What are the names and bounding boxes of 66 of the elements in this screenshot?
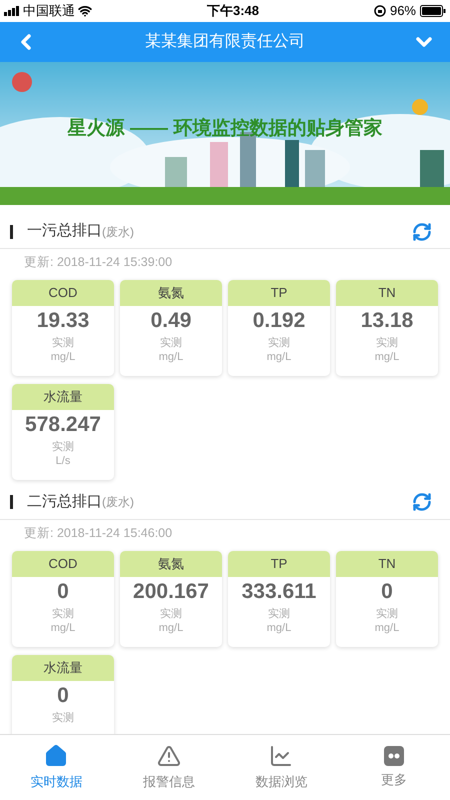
nav-tab[interactable]: 报警信息 (112, 735, 225, 800)
metric-note: 实测 (52, 710, 74, 724)
metric-value: 19.33 (36, 308, 90, 334)
metric-label: COD (12, 280, 114, 306)
metric-value: 0.49 (150, 308, 192, 334)
update-time: 更新: 2018-11-24 15:46:00 (23, 524, 172, 542)
signal-icon (4, 6, 20, 16)
metric-unit: mg/L (266, 350, 292, 364)
metric-value: 200.167 (133, 578, 209, 604)
battery-icon (420, 5, 446, 17)
metric-note: 实测 (376, 606, 398, 620)
metric-value: 0 (57, 682, 69, 708)
metric-value: 0 (381, 578, 393, 604)
metric-unit: mg/L (266, 620, 292, 634)
nav-tab[interactable]: 数据浏览 (225, 735, 338, 800)
header-title: 某某集团有限责任公司 (145, 32, 305, 52)
metric-unit: mg/L (374, 620, 400, 634)
refresh-button[interactable] (412, 492, 432, 512)
outlet-name: 二污总排口 (27, 492, 102, 512)
nav-tab[interactable]: 实时数据 (0, 735, 112, 800)
update-time: 更新: 2018-11-24 15:39:00 (23, 254, 172, 271)
warning-icon (156, 744, 181, 768)
metric-note: 实测 (268, 336, 290, 350)
outlet-type: (废水) (102, 224, 134, 240)
nav-tab[interactable]: 更多 (338, 735, 450, 800)
metric-note: 实测 (160, 336, 182, 350)
rotation-lock-icon (374, 5, 386, 17)
wifi-icon (78, 4, 92, 18)
metric-note: 实测 (376, 336, 398, 350)
more-icon (384, 746, 404, 766)
metric-value: 578.247 (25, 412, 101, 438)
status-time: 下午3:48 (206, 2, 259, 20)
refresh-icon (412, 222, 432, 242)
metric-value: 0 (57, 578, 69, 604)
outlet-name: 一污总排口 (27, 221, 102, 242)
metric-label: 水流量 (12, 654, 114, 680)
refresh-icon (412, 492, 432, 512)
banner-slogan: 星火源 —— 环境监控数据的贴身管家 (68, 116, 382, 142)
metric-note: 实测 (52, 440, 74, 454)
metric-note: 实测 (52, 336, 74, 350)
metric-unit: mg/L (50, 350, 76, 364)
metric-label: 氨氮 (120, 280, 222, 306)
metric-note: 实测 (160, 606, 182, 620)
metric-label: 氨氮 (120, 550, 222, 576)
metric-unit: mg/L (158, 620, 184, 634)
metric-value: 13.18 (360, 308, 414, 334)
outlet-type: (废水) (102, 494, 134, 512)
metric-label: TN (336, 550, 438, 576)
metric-value: 0.192 (252, 308, 306, 334)
carrier-label: 中国联通 (23, 2, 75, 20)
metric-value: 333.611 (242, 578, 316, 604)
metric-label: 水流量 (12, 384, 114, 410)
metric-note: 实测 (52, 606, 74, 620)
metric-label: TP (228, 280, 330, 306)
battery-percent: 96% (390, 2, 416, 20)
metric-unit: mg/L (374, 350, 400, 364)
refresh-button[interactable] (412, 222, 432, 242)
metric-unit: L/s (56, 454, 70, 468)
metric-unit: mg/L (158, 350, 184, 364)
metric-label: TN (336, 280, 438, 306)
home-icon (44, 744, 68, 768)
line-chart-icon (269, 744, 294, 768)
metric-unit: mg/L (50, 620, 76, 634)
metric-label: TP (228, 550, 330, 576)
metric-note: 实测 (268, 606, 290, 620)
metric-label: COD (12, 550, 114, 576)
